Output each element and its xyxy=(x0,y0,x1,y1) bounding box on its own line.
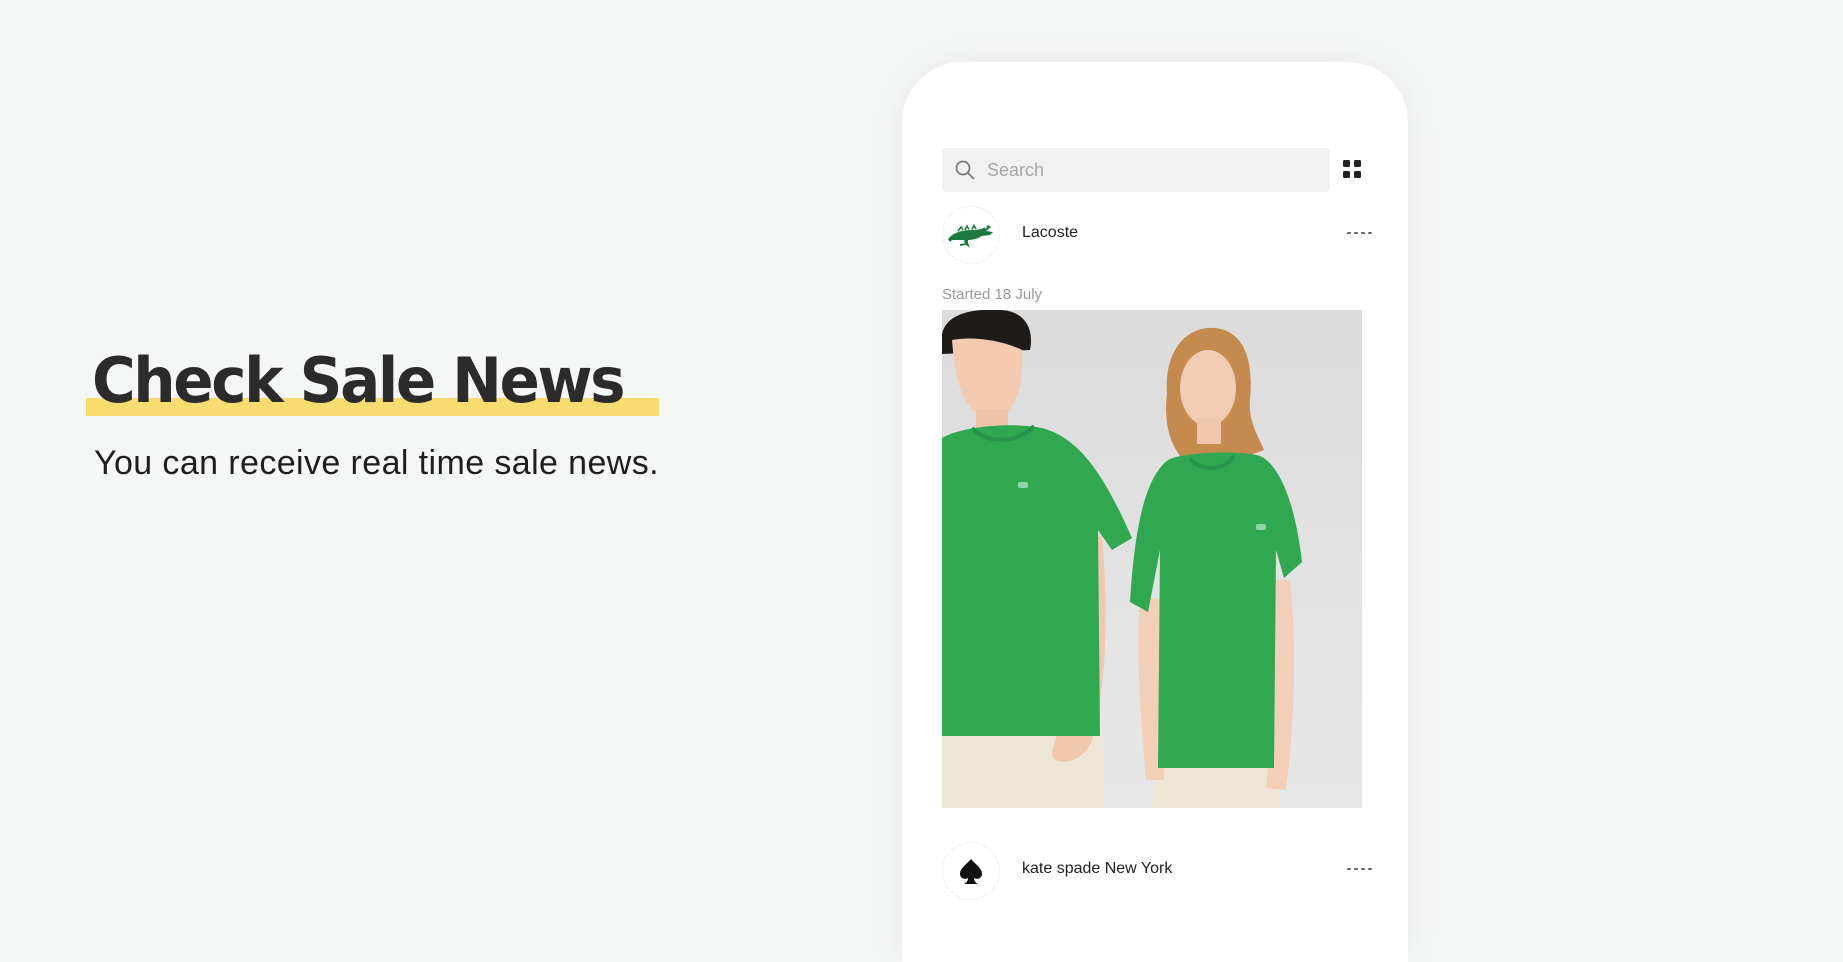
subtitle: You can receive real time sale news. xyxy=(94,444,659,482)
models-illustration xyxy=(942,310,1302,808)
more-options-icon[interactable] xyxy=(1346,225,1372,241)
more-options-icon[interactable] xyxy=(1346,861,1372,877)
brand-name: kate spade New York xyxy=(1022,860,1173,877)
feed-brand-header[interactable]: kate spade New York xyxy=(942,842,1372,900)
phone-mockup: Lacoste Started 18 July xyxy=(902,62,1408,962)
feed-brand-header[interactable]: Lacoste xyxy=(942,206,1372,264)
sale-start-date: Started 18 July xyxy=(942,286,1043,303)
crocodile-logo-icon xyxy=(942,206,1000,264)
search-icon xyxy=(955,160,975,180)
search-input[interactable] xyxy=(987,148,1317,192)
headline-container: Check Sale News xyxy=(86,340,660,422)
sale-photo[interactable] xyxy=(942,310,1362,808)
brand-name: Lacoste xyxy=(1022,224,1079,241)
promo-text-block: Check Sale News You can receive real tim… xyxy=(86,340,660,483)
grid-view-icon[interactable] xyxy=(1343,160,1363,180)
headline: Check Sale News xyxy=(92,344,626,417)
search-bar[interactable] xyxy=(942,148,1330,192)
spade-logo-icon xyxy=(942,842,1000,900)
